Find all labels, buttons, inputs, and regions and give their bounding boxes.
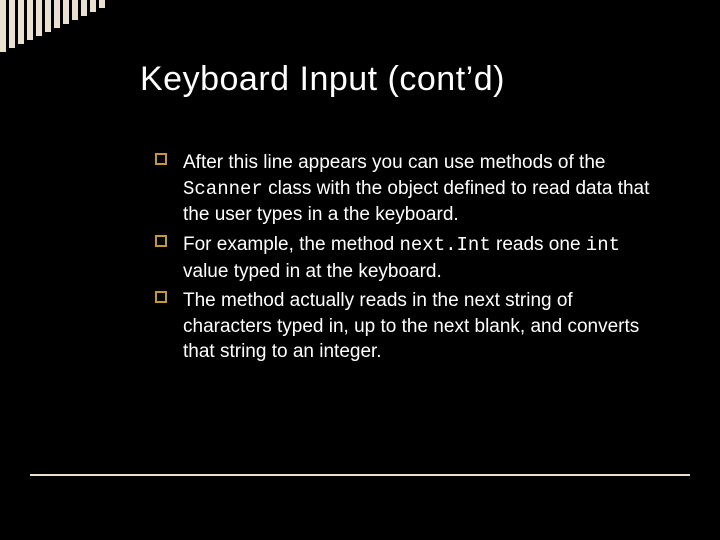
decorative-bar <box>63 0 69 24</box>
slide: Keyboard Input (cont’d) After this line … <box>0 0 720 540</box>
decorative-bar <box>72 0 78 20</box>
decorative-bar <box>99 0 105 8</box>
slide-title: Keyboard Input (cont’d) <box>140 60 505 99</box>
bullet-text: After this line appears you can use meth… <box>183 152 649 225</box>
bullet-text: For example, the method next.Int reads o… <box>183 234 620 282</box>
bullet-item: The method actually reads in the next st… <box>155 288 665 365</box>
bullet-item: After this line appears you can use meth… <box>155 150 665 228</box>
text-span: After this line appears you can use meth… <box>183 152 605 173</box>
bullet-item: For example, the method next.Int reads o… <box>155 232 665 284</box>
bottom-rule <box>30 474 690 476</box>
decorative-bar <box>0 0 6 52</box>
slide-body: After this line appears you can use meth… <box>155 150 665 369</box>
decorative-bars <box>0 0 108 52</box>
code-span: next.Int <box>400 234 491 256</box>
decorative-bar <box>9 0 15 48</box>
decorative-bar <box>81 0 87 16</box>
bullet-text: The method actually reads in the next st… <box>183 290 639 362</box>
decorative-bar <box>36 0 42 36</box>
decorative-bar <box>27 0 33 40</box>
square-bullet-icon <box>155 153 167 165</box>
text-span: The method actually reads in the next st… <box>183 290 639 362</box>
text-span: For example, the method <box>183 234 400 255</box>
decorative-bar <box>45 0 51 32</box>
text-span: reads one <box>491 234 586 255</box>
decorative-bar <box>18 0 24 44</box>
square-bullet-icon <box>155 291 167 303</box>
decorative-bar <box>90 0 96 12</box>
text-span: value typed in at the keyboard. <box>183 261 442 282</box>
code-span: int <box>586 234 620 256</box>
square-bullet-icon <box>155 235 167 247</box>
decorative-bar <box>54 0 60 28</box>
code-span: Scanner <box>183 178 263 200</box>
